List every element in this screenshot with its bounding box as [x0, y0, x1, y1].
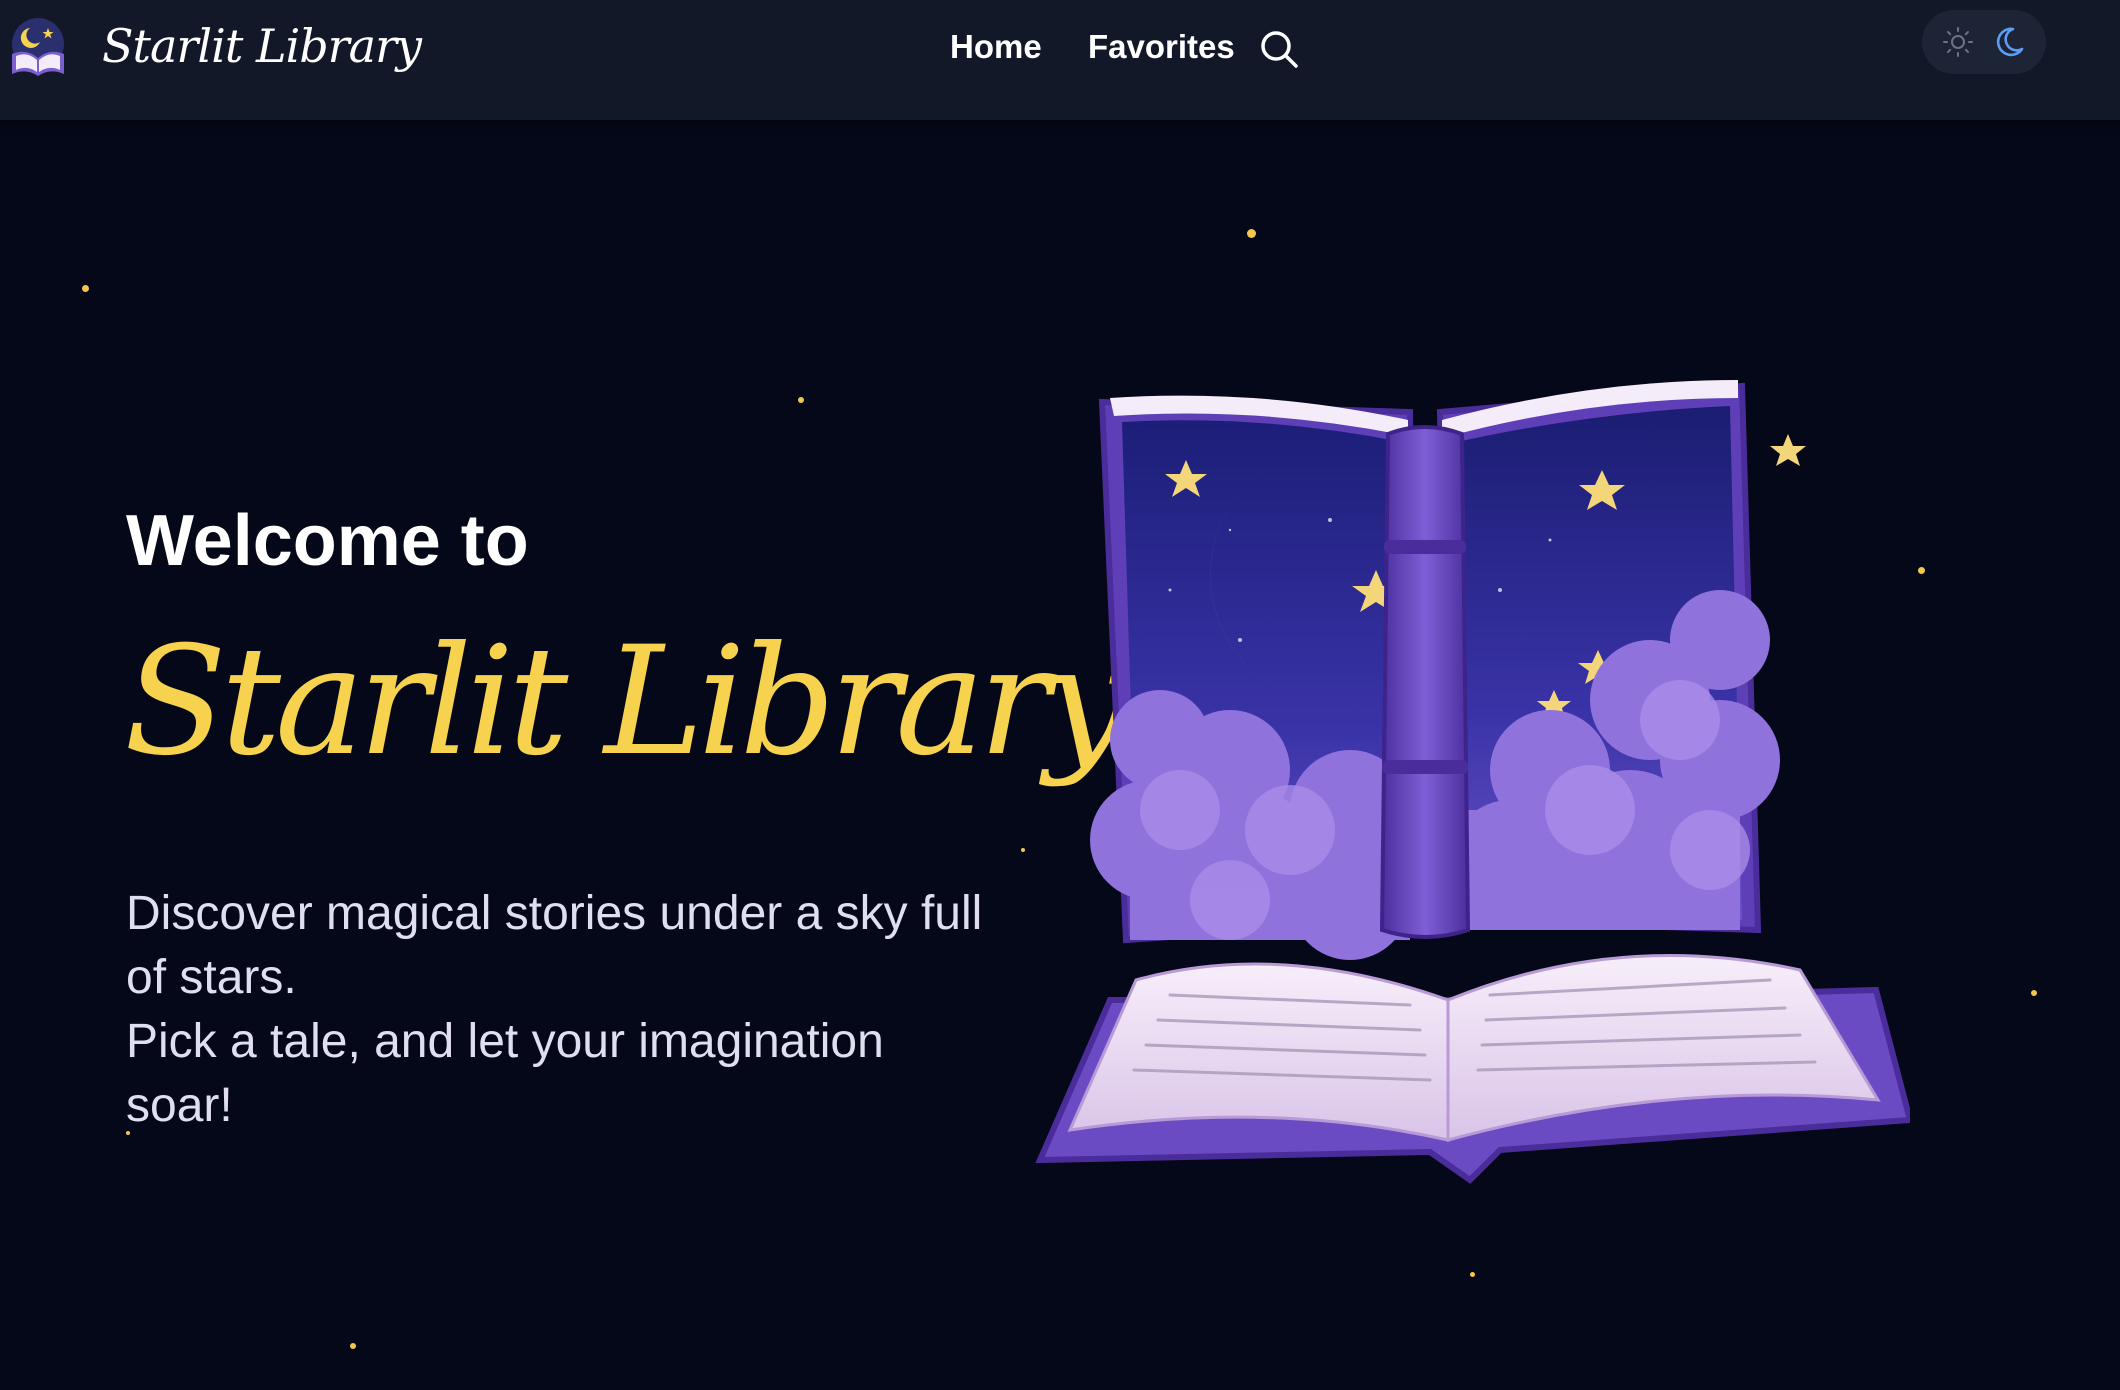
sun-icon[interactable]: [1936, 20, 1980, 64]
theme-toggle: [1922, 10, 2046, 74]
nav-link-home[interactable]: Home: [950, 22, 1042, 72]
moon-icon[interactable]: [1986, 20, 2030, 64]
star-dot: [1470, 1272, 1475, 1277]
brand-name[interactable]: Starlit Library: [102, 6, 422, 86]
star-dot: [350, 1343, 356, 1349]
hero-book-illustration: [1035, 380, 1910, 1184]
hero-description: Discover magical stories under a sky ful…: [126, 882, 986, 1138]
hero-description-line-2: Pick a tale, and let your imagination so…: [126, 1015, 884, 1132]
nav-link-favorites[interactable]: Favorites: [1088, 22, 1235, 72]
hero-welcome-text: Welcome to: [126, 501, 529, 581]
star-dot: [1918, 567, 1925, 574]
brand-logo-icon[interactable]: [8, 14, 68, 80]
top-navbar: Starlit Library Home Favorites: [0, 0, 2120, 120]
star-dot: [1247, 229, 1256, 238]
hero-title: Starlit Library: [124, 615, 1129, 789]
star-dot: [1021, 848, 1025, 852]
star-dot: [82, 285, 89, 292]
star-dot: [798, 397, 804, 403]
star-dot: [2031, 990, 2037, 996]
hero-description-line-1: Discover magical stories under a sky ful…: [126, 887, 983, 1004]
search-icon[interactable]: [1258, 28, 1300, 70]
page: Starlit Library Home Favorites Welcome t…: [0, 0, 2120, 1390]
